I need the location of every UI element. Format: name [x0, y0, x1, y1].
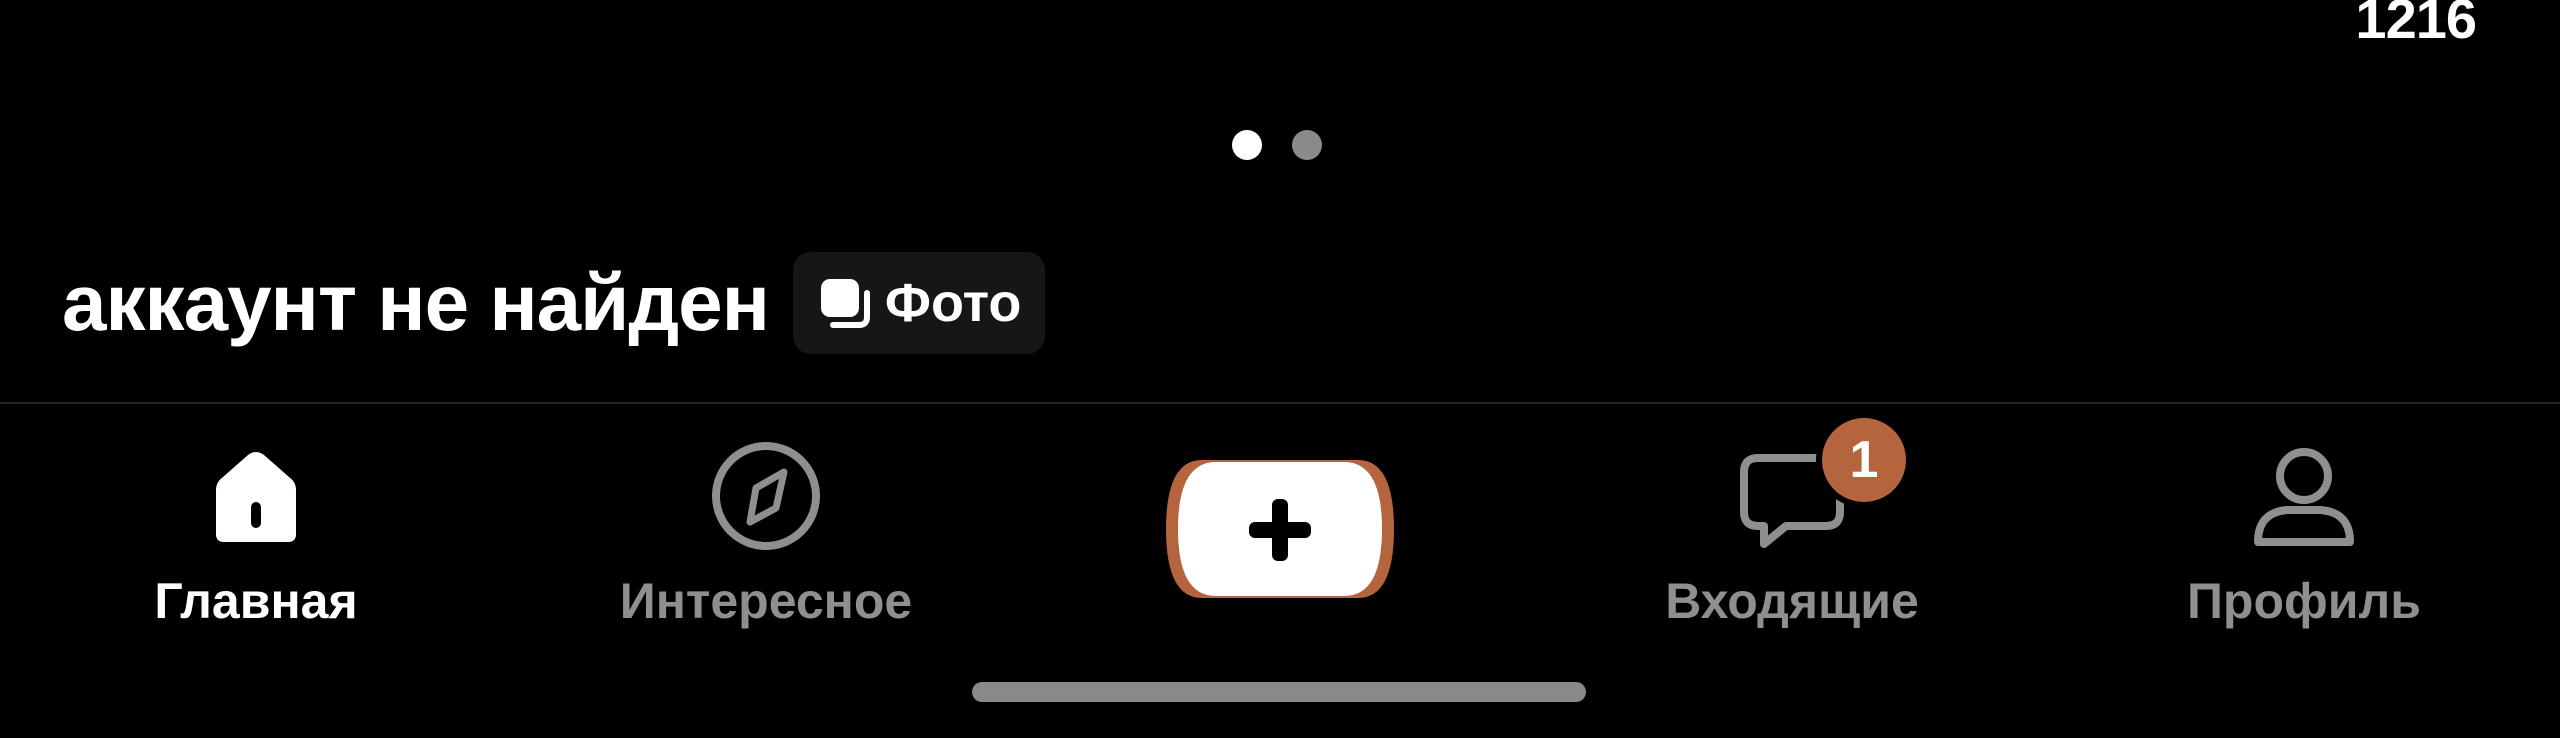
pager-dots: [1232, 130, 1322, 160]
pager-dot-1[interactable]: [1232, 130, 1262, 160]
create-post-button[interactable]: [1162, 456, 1398, 602]
nav-label-explore: Интересное: [619, 573, 913, 629]
home-indicator[interactable]: [972, 682, 1586, 702]
home-icon: [216, 452, 296, 542]
screen: 1216 аккаунт не найден Фото Главная Инте…: [0, 0, 2560, 738]
photo-badge: Фото: [792, 252, 1046, 354]
person-icon: [2254, 448, 2354, 546]
photo-badge-label: Фото: [884, 273, 1022, 333]
plus-icon: [1166, 460, 1394, 598]
post-caption: аккаунт не найден Фото: [62, 252, 1046, 354]
pager-dot-2[interactable]: [1292, 130, 1322, 160]
like-count: 1216: [2355, 0, 2477, 50]
nav-item-profile[interactable]: Профиль: [2124, 438, 2484, 630]
account-name[interactable]: аккаунт не найден: [62, 263, 770, 343]
nav-item-home[interactable]: Главная: [76, 438, 436, 630]
nav-label-profile: Профиль: [2186, 573, 2421, 629]
nav-label-inbox: Входящие: [1665, 573, 1919, 629]
photos-stack-icon: [820, 279, 870, 328]
nav-item-explore[interactable]: Интересное: [586, 438, 946, 630]
compass-icon: [712, 442, 820, 550]
inbox-notification-badge: 1: [1816, 412, 1912, 508]
bottom-nav: Главная Интересное Входящие 1 Профиль: [0, 404, 2560, 664]
nav-label-home: Главная: [154, 573, 358, 629]
nav-item-inbox[interactable]: Входящие: [1612, 438, 1972, 630]
